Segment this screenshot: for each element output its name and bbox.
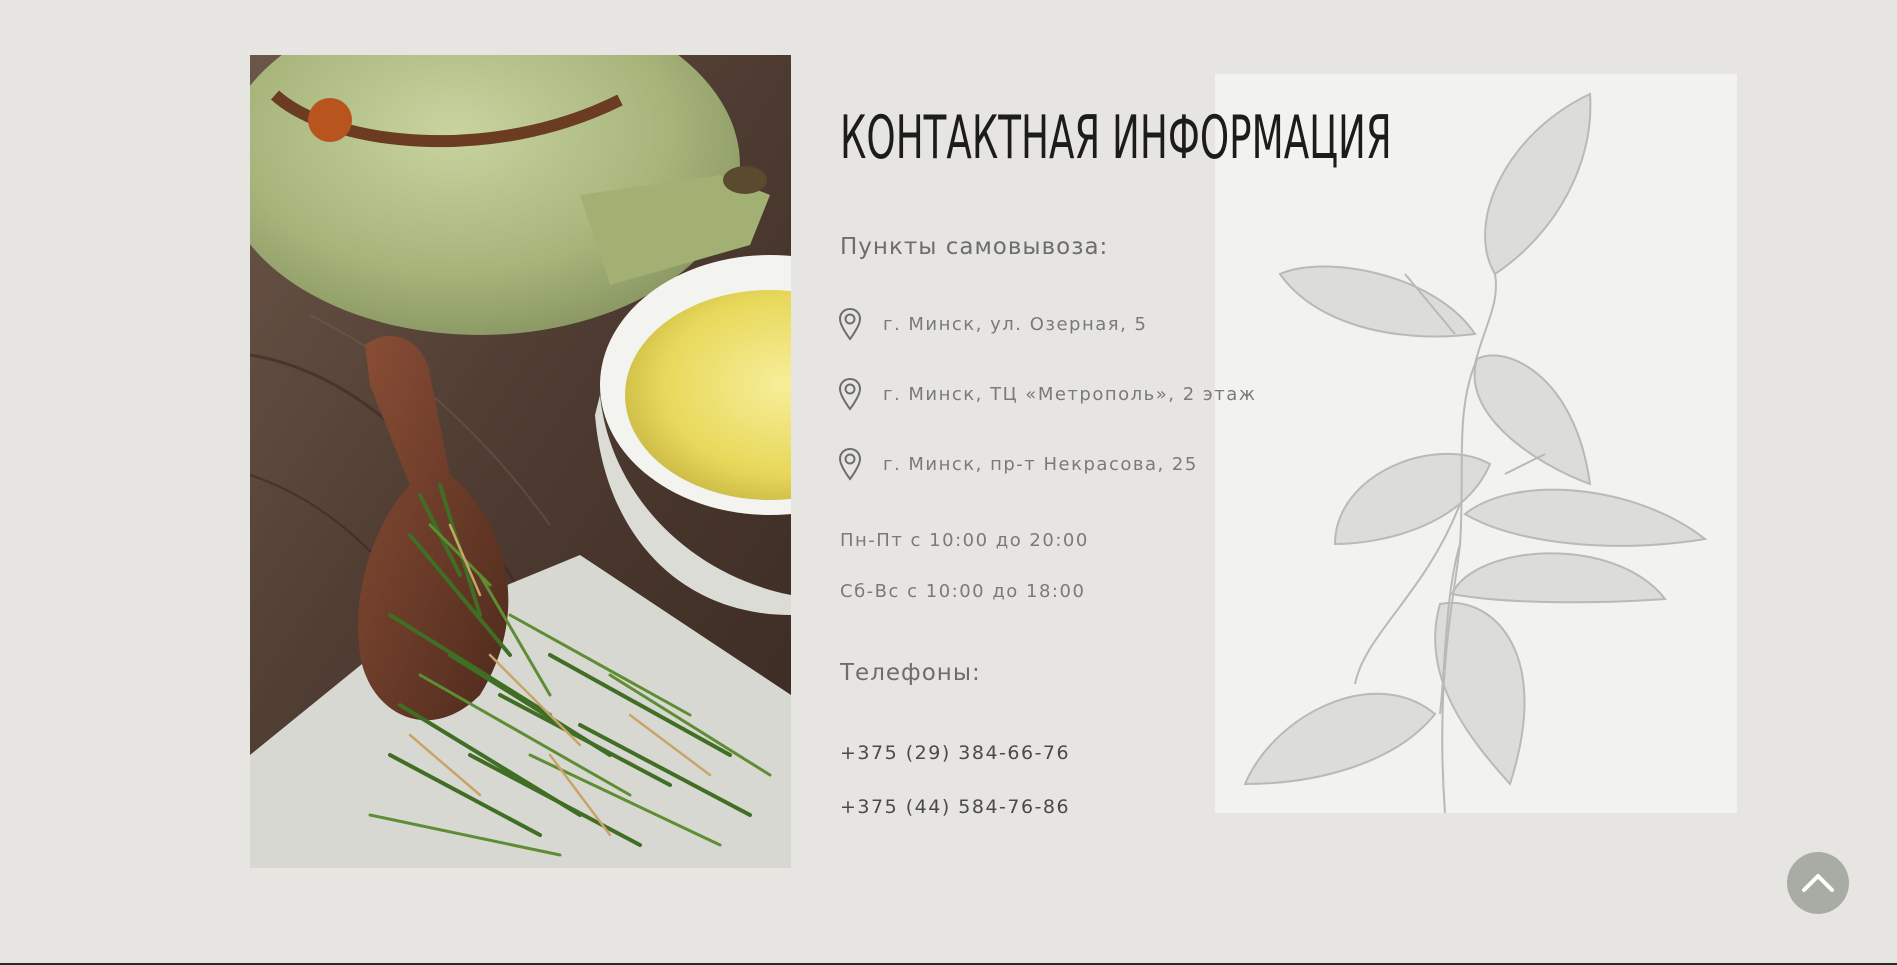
- tea-photo: [250, 55, 791, 868]
- phone-link[interactable]: +375 (29) 384-66-76: [840, 742, 1070, 764]
- contact-section: КОНТАКТНАЯ ИНФОРМАЦИЯ Пункты самовывоза:…: [0, 0, 1897, 965]
- location-pin-icon: [838, 447, 862, 481]
- address-item: г. Минск, ул. Озерная, 5: [838, 307, 1147, 341]
- botanical-illustration: [1215, 74, 1737, 813]
- address-item: г. Минск, пр-т Некрасова, 25: [838, 447, 1198, 481]
- pickup-heading: Пункты самовывоза:: [840, 234, 1109, 260]
- location-pin-icon: [838, 307, 862, 341]
- address-text: г. Минск, пр-т Некрасова, 25: [883, 453, 1198, 475]
- hours-weekend: Сб-Вс с 10:00 до 18:00: [840, 581, 1086, 602]
- address-text: г. Минск, ул. Озерная, 5: [883, 313, 1148, 335]
- chevron-up-icon: [1802, 874, 1834, 892]
- page-title: КОНТАКТНАЯ ИНФОРМАЦИЯ: [840, 103, 1392, 173]
- address-item: г. Минск, ТЦ «Метрополь», 2 этаж: [838, 377, 1256, 411]
- phones-heading: Телефоны:: [840, 660, 981, 686]
- location-pin-icon: [838, 377, 862, 411]
- address-text: г. Минск, ТЦ «Метрополь», 2 этаж: [883, 383, 1257, 405]
- scroll-top-button[interactable]: [1787, 852, 1849, 914]
- hours-weekdays: Пн-Пт с 10:00 до 20:00: [840, 530, 1089, 551]
- phone-link[interactable]: +375 (44) 584-76-86: [840, 796, 1070, 818]
